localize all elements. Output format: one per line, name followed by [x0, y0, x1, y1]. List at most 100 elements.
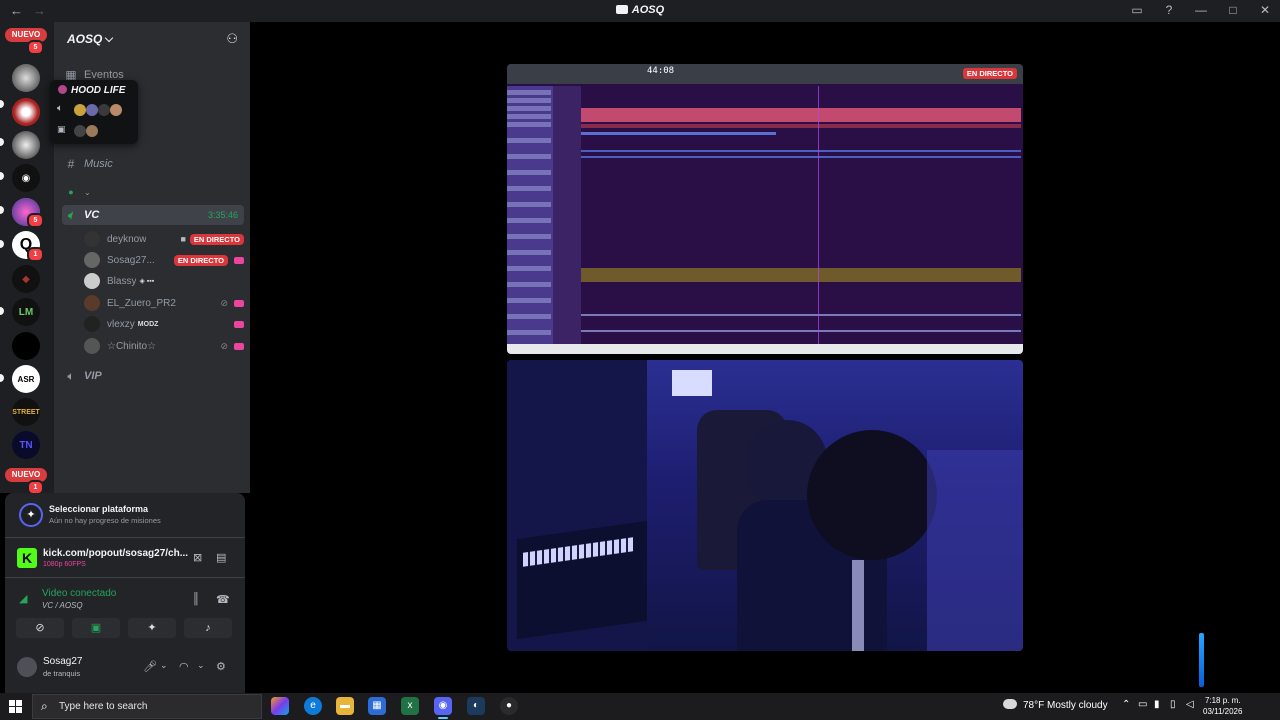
- quest-title: Seleccionar plataforma: [49, 504, 149, 514]
- voice-member[interactable]: Blassy ◈ ▪▪▪: [84, 271, 244, 291]
- daw-track: [507, 138, 551, 143]
- server-icon[interactable]: ASR: [12, 365, 40, 393]
- server-icon[interactable]: [12, 64, 40, 92]
- taskbar-search-box[interactable]: ⌕ Type here to search: [32, 694, 262, 719]
- search-placeholder: Type here to search: [59, 701, 148, 712]
- chevron-down-icon[interactable]: ⌄: [197, 660, 205, 671]
- chevron-up-icon[interactable]: ⌃: [1122, 699, 1130, 710]
- maximize-button[interactable]: □: [1226, 3, 1240, 17]
- invite-icon[interactable]: ⚇: [226, 31, 238, 47]
- quest-icon: ✦: [19, 503, 43, 527]
- close-button[interactable]: ✕: [1258, 3, 1272, 17]
- shared-screen-taskbar: [507, 344, 1023, 354]
- excel-icon[interactable]: x: [401, 697, 419, 715]
- member-name: Sosag27...: [107, 254, 155, 266]
- server-icon[interactable]: ◉: [12, 164, 40, 192]
- unread-indicator: [0, 138, 4, 146]
- server-icon[interactable]: TN: [12, 431, 40, 459]
- channel-label: VC: [84, 209, 100, 221]
- headphones-icon[interactable]: ◠: [179, 660, 189, 673]
- windows-start-icon[interactable]: [9, 700, 22, 713]
- recorder-icon[interactable]: ●: [500, 697, 518, 715]
- noise-suppression-icon[interactable]: ║: [192, 593, 200, 605]
- daw-playhead: [818, 86, 819, 344]
- live-badge: EN DIRECTO: [962, 68, 1017, 79]
- system-clock[interactable]: 7:18 p. m. 03/11/2026: [1203, 695, 1242, 717]
- server-icon[interactable]: [12, 332, 40, 360]
- window-controls: ▭ ? — □ ✕: [1130, 3, 1272, 17]
- minimize-button[interactable]: —: [1194, 3, 1208, 17]
- inbox-icon[interactable]: ▭: [1130, 3, 1144, 17]
- avatar: [84, 316, 100, 332]
- steam-icon[interactable]: ◐: [467, 697, 485, 715]
- speaker-icon: 🔈︎: [67, 207, 75, 222]
- soundboard-button[interactable]: ♪: [184, 618, 232, 638]
- copilot-icon[interactable]: [271, 697, 289, 715]
- unread-indicator: [0, 240, 4, 248]
- avatar: [98, 104, 110, 116]
- divider: [5, 577, 245, 578]
- stream-tile-camera[interactable]: [507, 360, 1023, 651]
- camera-toggle-button[interactable]: ⊘: [16, 618, 64, 638]
- voice-channel-vc[interactable]: 🔈︎ VC 3:35:46: [62, 205, 244, 225]
- voice-member[interactable]: deyknow ■ EN DIRECTO: [84, 229, 244, 249]
- server-icon[interactable]: LM: [12, 298, 40, 326]
- daw-track: [507, 114, 551, 119]
- stream-quality: 1080p 60FPS: [43, 561, 86, 568]
- voice-member[interactable]: ☆Chinito☆ ⊘: [84, 336, 244, 356]
- microphone-icon[interactable]: 🎤︎: [143, 660, 157, 673]
- voice-location[interactable]: VC / AOSQ: [42, 601, 83, 610]
- daw-audio-clip: [581, 124, 1021, 128]
- voice-member[interactable]: vlexzy MODZ: [84, 314, 244, 334]
- store-icon[interactable]: ▦: [368, 697, 386, 715]
- category-collapse[interactable]: ● ⌄: [62, 186, 244, 198]
- unread-indicator: [0, 172, 4, 180]
- voice-member[interactable]: Sosag27... EN DIRECTO: [84, 250, 244, 270]
- connection-signal-icon[interactable]: ◢: [19, 592, 27, 605]
- discord-icon[interactable]: ◉: [434, 697, 452, 719]
- deafened-icon: ⊘: [220, 297, 228, 308]
- edge-icon[interactable]: e: [304, 697, 322, 715]
- guild-header[interactable]: AOSQ ⚇: [54, 22, 250, 54]
- server-icon[interactable]: [12, 98, 40, 126]
- daw-time-display: 44:08: [647, 66, 675, 76]
- weather-widget[interactable]: 78°F Mostly cloudy: [1003, 699, 1108, 711]
- mic-tray-icon[interactable]: ▮: [1154, 699, 1160, 710]
- stream-title[interactable]: kick.com/popout/sosag27/ch...: [43, 548, 189, 559]
- stream-stage: 44:08 EN DIRECTO: [250, 22, 1280, 693]
- channel-music[interactable]: # Music: [62, 154, 244, 174]
- discord-window: ← → AOSQ ▭ ? — □ ✕ NUEVO 5 ◉ 5 Q 1 ◆ LM: [0, 0, 1280, 693]
- volume-icon[interactable]: ◁: [1186, 699, 1194, 710]
- stream-tile-screen[interactable]: 44:08 EN DIRECTO: [507, 64, 1023, 354]
- chevron-down-icon[interactable]: ⌄: [160, 660, 168, 671]
- file-explorer-icon[interactable]: ▬: [336, 697, 354, 715]
- kick-logo-icon: K: [17, 548, 37, 568]
- avatar[interactable]: [17, 657, 37, 677]
- activities-button[interactable]: ✦: [128, 618, 176, 638]
- quest-banner[interactable]: ✦ Seleccionar plataforma Aún no hay prog…: [13, 499, 237, 531]
- help-icon[interactable]: ?: [1162, 3, 1176, 17]
- voice-channel-vip[interactable]: 🔈︎ VIP: [62, 366, 244, 386]
- gear-icon[interactable]: ⚙: [216, 660, 226, 673]
- daw-track: [507, 218, 551, 223]
- member-name: vlexzy: [107, 318, 135, 330]
- member-name: deyknow: [107, 233, 147, 245]
- network-icon[interactable]: ▯: [1170, 699, 1176, 710]
- call-timer: 3:35:46: [207, 210, 238, 220]
- screen-share-button[interactable]: ▣: [72, 618, 120, 638]
- server-icon[interactable]: ◆: [12, 265, 40, 293]
- divider: [5, 537, 245, 538]
- server-icon[interactable]: STREET: [12, 398, 40, 426]
- server-rail: NUEVO 5 ◉ 5 Q 1 ◆ LM ASR STREET TN NUEVO…: [0, 22, 54, 495]
- unread-indicator: [0, 374, 4, 382]
- user-status: de tranquis: [43, 669, 81, 678]
- voice-member[interactable]: EL_Zuero_PR2 ⊘: [84, 293, 244, 313]
- stream-settings-icon[interactable]: ▤: [216, 551, 226, 564]
- guild-name[interactable]: AOSQ: [67, 32, 114, 46]
- server-icon[interactable]: [12, 131, 40, 159]
- server-dot-icon: [58, 85, 67, 94]
- stop-stream-icon[interactable]: ⊠: [193, 551, 202, 564]
- disconnect-icon[interactable]: ☎: [216, 593, 230, 606]
- display-icon[interactable]: ▭: [1138, 699, 1147, 710]
- unread-badge: 5: [27, 213, 44, 228]
